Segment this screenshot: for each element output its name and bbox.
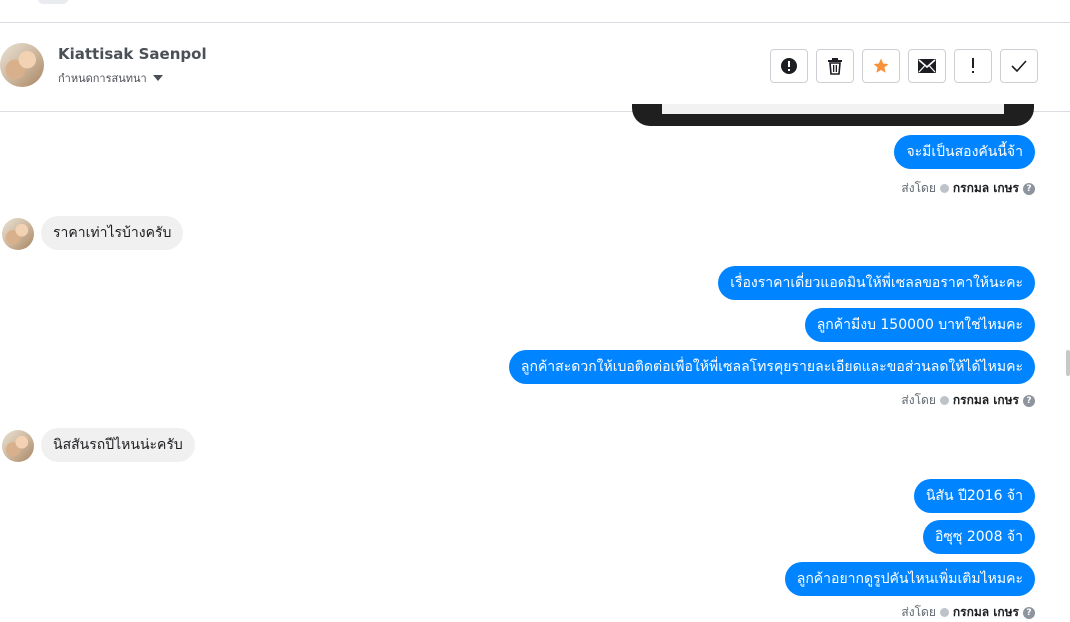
caret-down-icon bbox=[152, 75, 163, 81]
help-icon[interactable]: ? bbox=[1023, 394, 1035, 407]
envelope-icon bbox=[918, 59, 936, 73]
trash-icon bbox=[828, 58, 842, 75]
exclamation-circle-icon bbox=[781, 58, 797, 74]
delete-button[interactable] bbox=[816, 49, 854, 83]
sent-by-label: ส่งโดย กรกมล เกษร ? bbox=[901, 391, 1035, 410]
star-button[interactable] bbox=[862, 49, 900, 83]
header-actions bbox=[770, 49, 1038, 83]
star-icon bbox=[873, 58, 889, 73]
mark-important-button[interactable] bbox=[954, 49, 992, 83]
conversation-settings-label: กำหนดการสนทนา bbox=[58, 72, 147, 85]
outgoing-message[interactable]: ลูกค้าสะดวกให้เบอติดต่อเพื่อให้พี่เซลลโท… bbox=[508, 350, 1035, 384]
help-icon[interactable]: ? bbox=[1023, 182, 1035, 195]
contact-name[interactable]: Kiattisak Saenpol bbox=[58, 45, 207, 63]
incoming-message[interactable]: นิสสันรถปีไหนน่ะครับ bbox=[41, 428, 195, 462]
top-strip bbox=[0, 0, 1070, 23]
done-button[interactable] bbox=[1000, 49, 1038, 83]
contact-avatar[interactable] bbox=[0, 43, 44, 87]
outgoing-message[interactable]: ลูกค้าอยากดูรูปคันไหนเพิ่มเติมไหมคะ bbox=[784, 562, 1035, 596]
help-icon[interactable]: ? bbox=[1023, 606, 1035, 619]
shared-image-preview[interactable] bbox=[632, 104, 1034, 126]
agent-name[interactable]: กรกมล เกษร bbox=[953, 179, 1019, 198]
outgoing-message[interactable]: ลูกค้ามีงบ 150000 บาทใช่ไหมคะ bbox=[804, 308, 1035, 342]
agent-name[interactable]: กรกมล เกษร bbox=[953, 391, 1019, 410]
verified-icon bbox=[939, 396, 949, 405]
contact-avatar-small[interactable] bbox=[2, 218, 34, 250]
outgoing-message[interactable]: เรื่องราคาเดี่ยวแอดมินให้พี่เซลลขอราคาให… bbox=[718, 266, 1035, 300]
outgoing-message[interactable]: จะมีเป็นสองคันนี้จ้า bbox=[894, 135, 1035, 169]
sent-by-label: ส่งโดย กรกมล เกษร ? bbox=[901, 179, 1035, 198]
agent-name[interactable]: กรกมล เกษร bbox=[953, 603, 1019, 622]
incoming-message[interactable]: ราคาเท่าไรบ้างครับ bbox=[41, 216, 184, 250]
exclamation-icon bbox=[972, 58, 974, 73]
top-tab-pill bbox=[38, 0, 68, 4]
outgoing-message[interactable]: นิสัน ปี2016 จ้า bbox=[913, 479, 1035, 513]
contact-avatar-small[interactable] bbox=[2, 430, 34, 462]
sent-by-label: ส่งโดย กรกมล เกษร ? bbox=[901, 603, 1035, 622]
scrollbar-thumb[interactable] bbox=[1066, 350, 1070, 376]
verified-icon bbox=[939, 184, 949, 193]
outgoing-message[interactable]: อิซุซุ 2008 จ้า bbox=[922, 520, 1035, 554]
alert-button[interactable] bbox=[770, 49, 808, 83]
check-icon bbox=[1011, 60, 1027, 72]
conversation-settings-dropdown[interactable]: กำหนดการสนทนา bbox=[58, 69, 163, 87]
conversation-header: Kiattisak Saenpol กำหนดการสนทนา bbox=[0, 23, 1070, 112]
verified-icon bbox=[939, 608, 949, 617]
mail-button[interactable] bbox=[908, 49, 946, 83]
